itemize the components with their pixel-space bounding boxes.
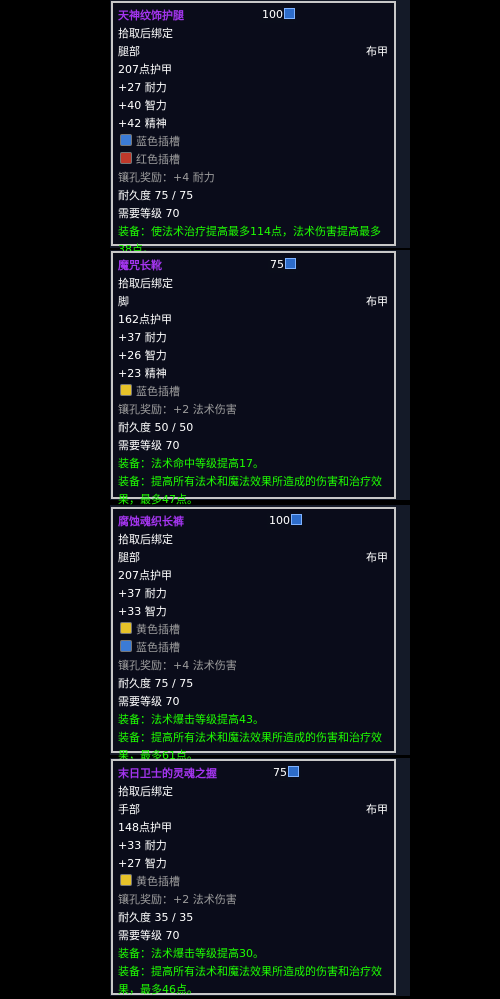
red-socket-icon: [120, 152, 132, 164]
stat-line: +37 耐力: [118, 331, 167, 344]
required-level: 需要等级 70: [118, 929, 180, 942]
item-type: 布甲: [366, 45, 388, 58]
socket-line: 蓝色插槽: [118, 133, 388, 151]
item-slot: 腿部: [118, 45, 140, 58]
blue-socket-icon: [120, 134, 132, 146]
required-level: 需要等级 70: [118, 207, 180, 220]
item-slot: 腿部: [118, 551, 140, 564]
item-slot: 手部: [118, 803, 140, 816]
required-level: 需要等级 70: [118, 695, 180, 708]
equip-effect: 装备：法术命中等级提高17。: [118, 457, 264, 470]
socket-label: 蓝色插槽: [136, 135, 180, 148]
blue-socket-icon: [120, 640, 132, 652]
socket-label: 蓝色插槽: [136, 641, 180, 654]
equip-effect: 装备：提高所有法术和魔法效果所造成的伤害和治疗效果，最多47点。: [118, 475, 382, 506]
socket-bonus: 镶孔奖励：+2 法术伤害: [118, 403, 237, 416]
socket-line: 黄色插槽: [118, 621, 388, 639]
item-slot: 脚: [118, 295, 129, 308]
socket-line: 蓝色插槽: [118, 383, 388, 401]
socket-bonus: 镶孔奖励：+4 法术伤害: [118, 659, 237, 672]
socket-label: 蓝色插槽: [136, 385, 180, 398]
stat-line: +40 智力: [118, 99, 167, 112]
slot-line: 手部 布甲: [118, 801, 388, 819]
stat-line: +37 耐力: [118, 587, 167, 600]
stat-line: +42 精神: [118, 117, 167, 130]
item-tooltip: 100 腐蚀魂织长裤 拾取后绑定 腿部 布甲 207点护甲 +37 耐力 +33…: [111, 507, 396, 762]
armor-value: 207点护甲: [118, 569, 172, 582]
socket-line: 蓝色插槽: [118, 639, 388, 657]
socket-label: 黄色插槽: [136, 875, 180, 888]
socket-bonus: 镶孔奖励：+2 法术伤害: [118, 893, 237, 906]
stat-line: +27 耐力: [118, 81, 167, 94]
item-name: 魔咒长靴: [118, 259, 162, 272]
armor-value: 162点护甲: [118, 313, 172, 326]
item-type: 布甲: [366, 551, 388, 564]
bind-text: 拾取后绑定: [118, 277, 173, 290]
item-name: 腐蚀魂织长裤: [118, 515, 184, 528]
bind-text: 拾取后绑定: [118, 533, 173, 546]
slot-line: 脚 布甲: [118, 293, 388, 311]
item-type: 布甲: [366, 803, 388, 816]
slot-line: 腿部 布甲: [118, 549, 388, 567]
item-tooltip: 75 末日卫士的灵魂之握 拾取后绑定 手部 布甲 148点护甲 +33 耐力 +…: [111, 759, 396, 996]
required-level: 需要等级 70: [118, 439, 180, 452]
equip-effect: 装备：提高所有法术和魔法效果所造成的伤害和治疗效果，最多46点。: [118, 965, 382, 996]
yellow-socket-icon: [120, 874, 132, 886]
durability: 耐久度 75 / 75: [118, 189, 194, 202]
item-type: 布甲: [366, 295, 388, 308]
stat-line: +23 精神: [118, 367, 167, 380]
equip-effect: 装备：法术爆击等级提高43。: [118, 713, 264, 726]
durability: 耐久度 35 / 35: [118, 911, 194, 924]
bind-text: 拾取后绑定: [118, 27, 173, 40]
item-name: 天神纹饰护腿: [118, 9, 184, 22]
durability: 耐久度 75 / 75: [118, 677, 194, 690]
stat-line: +33 智力: [118, 605, 167, 618]
socket-label: 红色插槽: [136, 153, 180, 166]
bind-text: 拾取后绑定: [118, 785, 173, 798]
socket-bonus: 镶孔奖励：+4 耐力: [118, 171, 215, 184]
durability: 耐久度 50 / 50: [118, 421, 194, 434]
stat-line: +33 耐力: [118, 839, 167, 852]
armor-value: 148点护甲: [118, 821, 172, 834]
socket-line: 红色插槽: [118, 151, 388, 169]
yellow-socket-icon: [120, 384, 132, 396]
slot-line: 腿部 布甲: [118, 43, 388, 61]
item-tooltip: 75 魔咒长靴 拾取后绑定 脚 布甲 162点护甲 +37 耐力 +26 智力 …: [111, 251, 396, 506]
item-tooltip: 100 天神纹饰护腿 拾取后绑定 腿部 布甲 207点护甲 +27 耐力 +40…: [111, 1, 396, 256]
yellow-socket-icon: [120, 622, 132, 634]
item-name: 末日卫士的灵魂之握: [118, 767, 217, 780]
socket-line: 黄色插槽: [118, 873, 388, 891]
equip-effect: 装备：法术爆击等级提高30。: [118, 947, 264, 960]
stat-line: +26 智力: [118, 349, 167, 362]
armor-value: 207点护甲: [118, 63, 172, 76]
stat-line: +27 智力: [118, 857, 167, 870]
socket-label: 黄色插槽: [136, 623, 180, 636]
